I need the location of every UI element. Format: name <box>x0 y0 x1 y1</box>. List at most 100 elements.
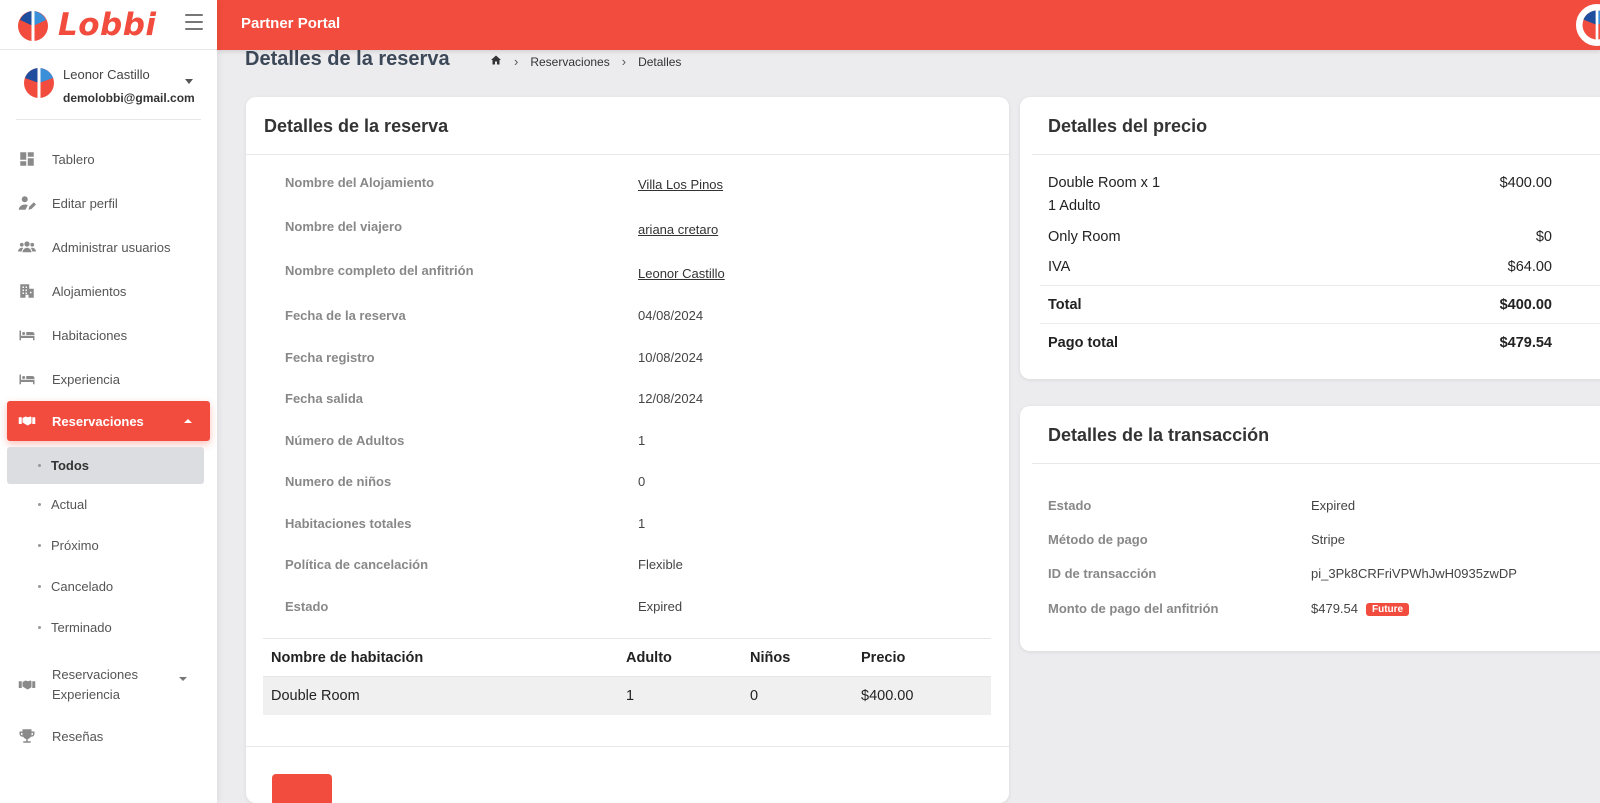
table-header-row: Nombre de habitación Adulto Niños Precio <box>263 638 991 677</box>
table-cell: 0 <box>742 676 853 715</box>
sidebar-item-label: Reservaciones Experiencia <box>52 667 138 702</box>
detail-label: Habitaciones totales <box>285 516 412 531</box>
detail-value: 04/08/2024 <box>638 308 704 323</box>
price-value: $400.00 <box>1499 297 1552 313</box>
sidebar-item-label: Tablero <box>52 151 95 167</box>
table-cell: 1 <box>618 676 742 715</box>
price-sublabel: 1 Adulto <box>1048 198 1101 214</box>
sidebar-item-resenas[interactable]: Reseñas <box>0 714 217 758</box>
user-profile[interactable]: Leonor Castillo demolobbi@gmail.com <box>16 50 201 120</box>
sidebar-item-reservaciones-experiencia[interactable]: Reservaciones Experiencia <box>0 656 217 714</box>
account-avatar[interactable] <box>1576 4 1600 46</box>
sidebar-nav: Tablero Editar perfil Administrar usuari… <box>0 137 217 758</box>
price-details-card: Detalles del precio Double Room x 1 $400… <box>1020 97 1600 379</box>
bed-icon <box>17 325 37 345</box>
sidebar-item-label: Administrar usuarios <box>52 239 171 255</box>
divider <box>246 154 1009 155</box>
divider <box>1032 463 1600 464</box>
host-link[interactable]: Leonor Castillo <box>638 266 725 281</box>
sidebar-item-habitaciones[interactable]: Habitaciones <box>0 313 217 357</box>
portal-title: Partner Portal <box>241 15 341 32</box>
user-name: Leonor Castillo <box>63 67 150 82</box>
detail-label: Nombre completo del anfitrión <box>285 263 474 278</box>
detail-value: 1 <box>638 516 646 531</box>
card-title: Detalles del precio <box>1048 116 1208 136</box>
sidebar-subitem-actual[interactable]: Actual <box>0 484 217 525</box>
detail-value: 10/08/2024 <box>638 350 704 365</box>
detail-label: Nombre del Alojamiento <box>285 175 435 190</box>
lobbi-logo-icon <box>18 10 48 41</box>
detail-label: Numero de niños <box>285 474 392 489</box>
sidebar-subitem-label: Cancelado <box>51 579 114 594</box>
sidebar-item-reservaciones[interactable]: Reservaciones <box>7 401 210 441</box>
transaction-value-group: $479.54 Future <box>1311 601 1410 616</box>
column-header: Precio <box>853 638 991 677</box>
sidebar-item-experiencia[interactable]: Experiencia <box>0 357 217 401</box>
transaction-value: Expired <box>1311 498 1356 513</box>
sidebar-item-tablero[interactable]: Tablero <box>0 137 217 181</box>
sidebar-item-label: Experiencia <box>52 371 120 387</box>
column-header: Adulto <box>618 638 742 677</box>
home-icon[interactable] <box>490 54 502 69</box>
table-cell: $400.00 <box>853 676 991 715</box>
transaction-details-card: Detalles de la transacción Estado Expire… <box>1020 406 1600 651</box>
bullet-icon <box>38 503 41 506</box>
breadcrumb: › Reservaciones › Detalles <box>490 54 681 69</box>
price-label: Pago total <box>1048 335 1119 351</box>
sidebar-subitem-label: Próximo <box>51 538 99 553</box>
breadcrumb-reservaciones[interactable]: Reservaciones <box>530 55 609 69</box>
sidebar-subitem-todos[interactable]: Todos <box>7 447 204 484</box>
sidebar-item-alojamientos[interactable]: Alojamientos <box>0 269 217 313</box>
sidebar-subitem-label: Actual <box>51 497 88 512</box>
back-button[interactable] <box>272 774 332 803</box>
chevron-up-icon <box>184 419 192 423</box>
column-header: Nombre de habitación <box>263 638 618 677</box>
sidebar-item-label: Alojamientos <box>52 283 127 299</box>
sidebar: Lobbi Leonor Castillo demolobbi@gmail.co… <box>0 0 217 803</box>
accommodation-link[interactable]: Villa Los Pinos <box>638 177 723 192</box>
sidebar-item-editar-perfil[interactable]: Editar perfil <box>0 181 217 225</box>
chevron-down-icon <box>179 677 187 681</box>
page-title: Detalles de la reserva <box>245 48 450 70</box>
divider <box>1040 285 1600 286</box>
brand-name: Lobbi <box>58 6 157 43</box>
sidebar-item-administrar-usuarios[interactable]: Administrar usuarios <box>0 225 217 269</box>
transaction-label: Monto de pago del anfitrión <box>1048 601 1219 616</box>
traveler-link[interactable]: ariana cretaro <box>638 222 718 237</box>
rooms-table: Nombre de habitación Adulto Niños Precio… <box>263 638 991 715</box>
sidebar-item-label: Editar perfil <box>52 195 118 211</box>
status-value: Expired <box>638 599 683 614</box>
detail-label: Fecha salida <box>285 391 364 406</box>
bullet-icon <box>38 626 41 629</box>
menu-toggle-icon[interactable] <box>185 14 203 30</box>
transaction-value: $479.54 <box>1311 601 1358 616</box>
brand-header: Lobbi <box>0 0 217 50</box>
bullet-icon <box>38 544 41 547</box>
building-icon <box>17 281 37 301</box>
sidebar-subitem-label: Terminado <box>51 620 112 635</box>
sidebar-subitem-proximo[interactable]: Próximo <box>0 525 217 566</box>
price-value: $0 <box>1535 229 1552 245</box>
sidebar-subitem-label: Todos <box>51 458 90 473</box>
detail-label: Estado <box>285 599 329 614</box>
sidebar-subitem-cancelado[interactable]: Cancelado <box>0 566 217 607</box>
bullet-icon <box>38 585 41 588</box>
sidebar-subitem-terminado[interactable]: Terminado <box>0 607 217 648</box>
transaction-label: ID de transacción <box>1048 566 1157 581</box>
user-email: demolobbi@gmail.com <box>63 91 195 105</box>
price-label: IVA <box>1048 259 1071 275</box>
sidebar-item-label: Habitaciones <box>52 327 128 343</box>
chevron-right-icon: › <box>621 54 627 69</box>
handshake-icon <box>17 675 37 695</box>
transaction-label: Estado <box>1048 498 1092 513</box>
status-badge: Future <box>1366 603 1410 616</box>
price-value: $64.00 <box>1507 259 1552 275</box>
chevron-down-icon[interactable] <box>185 79 193 84</box>
dashboard-icon <box>17 149 37 169</box>
price-label: Double Room x 1 <box>1048 175 1161 191</box>
price-value: $400.00 <box>1499 175 1552 191</box>
sidebar-item-label: Reservaciones <box>52 413 144 429</box>
top-bar: Partner Portal <box>217 0 1600 50</box>
detail-value: 1 <box>638 433 646 448</box>
detail-value: 12/08/2024 <box>638 391 704 406</box>
